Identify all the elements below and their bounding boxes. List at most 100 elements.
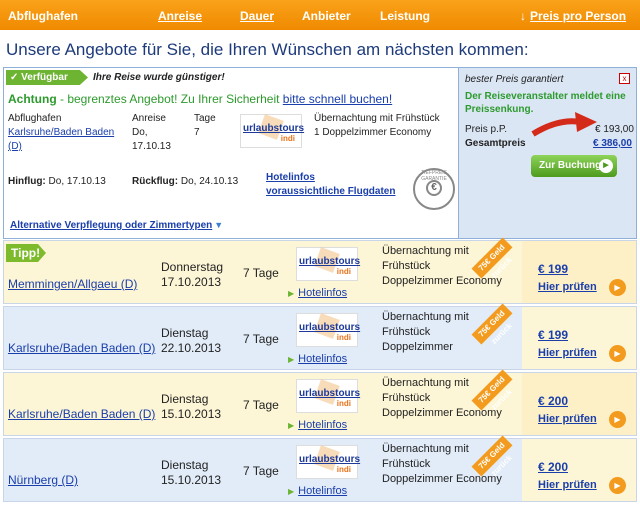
check-link[interactable]: Hier prüfen [538, 281, 597, 293]
board-type: Übernachtung mit Frühstück [314, 113, 440, 124]
return-label: Rückflug: [132, 176, 179, 187]
sort-preis[interactable]: Preis pro Person [530, 9, 626, 23]
offer-date: 22.10.2013 [161, 341, 222, 355]
sort-anreise[interactable]: Anreise [158, 9, 202, 23]
offer-row[interactable]: Karlsruhe/Baden Baden (D) Dienstag 15.10… [3, 369, 637, 436]
offer-weekday: Dienstag [161, 326, 209, 340]
check-link[interactable]: Hier prüfen [538, 479, 597, 491]
price-guarantee-seal: € TIEFPREIS GARANTIE [413, 168, 455, 210]
airport-link[interactable]: Karlsruhe/Baden Baden [8, 126, 114, 140]
offer-hotelinfos[interactable]: ▶ Hotelinfos [288, 287, 347, 299]
board-type: Übernachtung mit Frühstück [382, 245, 469, 272]
per-person-price: € 193,00 [595, 124, 634, 135]
seal-text: TIEFPREIS GARANTIE [421, 170, 447, 182]
return-flight: Rückflug: Do, 24.10.13 [132, 175, 238, 189]
alternative-options[interactable]: Alternative Verpflegung oder Zimmertypen… [10, 220, 223, 231]
offer-date: 15.10.2013 [161, 473, 222, 487]
sort-anbieter[interactable]: Anbieter [302, 9, 351, 23]
triangle-icon: ▶ [288, 355, 295, 364]
offer-hotelinfos[interactable]: ▶ Hotelinfos [288, 419, 347, 431]
provider-logo[interactable]: urlaubstours indi [296, 247, 361, 281]
room-type: Doppelzimmer Economy [382, 407, 502, 419]
offer-price[interactable]: € 199 [538, 262, 568, 276]
offer-days: 7 Tage [243, 332, 279, 346]
hotelinfos-link[interactable]: Hotelinfos [298, 287, 347, 299]
offer-price[interactable]: € 200 [538, 394, 568, 408]
provider-logo[interactable]: urlaubstours indi [296, 445, 360, 479]
chevron-down-icon: ▼ [214, 220, 224, 230]
book-button-label: Zur Buchung [539, 160, 602, 171]
check-link[interactable]: Hier prüfen [538, 413, 597, 425]
tipp-badge: Tipp! [6, 244, 46, 262]
logo-text: urlaubstours [243, 123, 305, 134]
flight-data-link[interactable]: voraussichtliche Flugdaten [266, 185, 395, 199]
sort-dauer[interactable]: Dauer [240, 9, 274, 23]
play-icon[interactable]: ▶ [609, 411, 626, 428]
provider-logo[interactable]: urlaubstours indi [296, 379, 361, 413]
hotelinfos-link[interactable]: Hotelinfos [266, 171, 315, 185]
book-quickly-link[interactable]: bitte schnell buchen! [283, 92, 392, 106]
play-icon[interactable]: ▶ [609, 477, 626, 494]
offer-airport-link[interactable]: Memmingen/Allgaeu (D) [8, 277, 137, 291]
provider-logo[interactable]: urlaubstours indi [240, 114, 305, 148]
book-button[interactable]: Zur Buchung ▶ [531, 155, 617, 177]
hotelinfos-link[interactable]: Hotelinfos [298, 485, 347, 497]
play-icon[interactable]: ▶ [609, 345, 626, 362]
offer-price-box: € 200 Hier prüfen ▶ [522, 439, 636, 501]
warning-title: Achtung [8, 92, 57, 106]
room-type: Doppelzimmer [382, 341, 453, 353]
logo-text: urlaubstours [299, 256, 361, 267]
board-type: Übernachtung mit Frühstück [382, 377, 469, 404]
offer-hotelinfos[interactable]: ▶ Hotelinfos [288, 485, 347, 497]
limited-offer-warning: Achtung - begrenztes Angebot! Zu Ihrer S… [8, 92, 392, 106]
play-icon[interactable]: ▶ [609, 279, 626, 296]
logo-sub: indi [280, 134, 295, 143]
logo-text: urlaubstours [299, 322, 361, 333]
total-label: Gesamtpreis [465, 138, 526, 149]
sort-abflughafen[interactable]: Abflughafen [8, 9, 78, 23]
sort-leistung[interactable]: Leistung [380, 9, 430, 23]
triangle-icon: ▶ [288, 421, 295, 430]
sort-header-bar: Abflughafen Anreise Dauer Anbieter Leist… [0, 0, 640, 30]
total-price[interactable]: € 386,00 [593, 138, 632, 149]
warning-text: - begrenztes Angebot! Zu Ihrer Sicherhei… [56, 92, 283, 106]
offer-airport-link[interactable]: Nürnberg (D) [8, 473, 78, 487]
hotelinfos-link[interactable]: Hotelinfos [298, 353, 347, 365]
airport-link-country[interactable]: (D) [8, 140, 22, 154]
featured-offer: ✓ Verfügbar Ihre Reise wurde günstiger! … [3, 67, 637, 239]
alternative-options-link[interactable]: Alternative Verpflegung oder Zimmertypen [10, 220, 212, 231]
close-icon[interactable]: x [619, 73, 630, 84]
offer-price[interactable]: € 199 [538, 328, 568, 342]
logo-text: urlaubstours [299, 388, 361, 399]
best-price-title: bester Preis garantiert [465, 74, 564, 85]
offer-date: 15.10.2013 [161, 407, 222, 421]
hotelinfos-link[interactable]: Hotelinfos [298, 419, 347, 431]
sort-arrow-icon: ↓ [520, 9, 526, 23]
offer-row[interactable]: Tipp! Memmingen/Allgaeu (D) Donnerstag 1… [3, 237, 637, 304]
offer-weekday: Dienstag [161, 458, 209, 472]
outbound-label: Hinflug: [8, 176, 46, 187]
price-guarantee-panel: bester Preis garantiert x Der Reiseveran… [458, 68, 636, 238]
offer-row[interactable]: Nürnberg (D) Dienstag 15.10.2013 7 Tage … [3, 435, 637, 502]
col-airport-label: Abflughafen [8, 113, 62, 124]
logo-sub: indi [336, 333, 351, 342]
play-icon: ▶ [599, 159, 613, 173]
arrival-date: 17.10.13 [132, 141, 171, 152]
cheaper-notice: Ihre Reise wurde günstiger! [93, 72, 225, 83]
offer-row[interactable]: Karlsruhe/Baden Baden (D) Dienstag 22.10… [3, 303, 637, 370]
offer-price-box: € 200 Hier prüfen ▶ [522, 373, 636, 435]
offer-hotelinfos[interactable]: ▶ Hotelinfos [288, 353, 347, 365]
provider-logo[interactable]: urlaubstours indi [296, 313, 361, 347]
offer-date: 17.10.2013 [161, 275, 222, 289]
offer-weekday: Donnerstag [161, 260, 224, 274]
board-type: Übernachtung mit Frühstück [382, 443, 469, 470]
logo-sub: indi [336, 465, 351, 474]
offer-airport-link[interactable]: Karlsruhe/Baden Baden (D) [8, 341, 155, 355]
offer-days: 7 Tage [243, 464, 279, 478]
arrival-weekday: Do, [132, 127, 148, 138]
outbound-flight: Hinflug: Do, 17.10.13 [8, 175, 106, 189]
offer-airport-link[interactable]: Karlsruhe/Baden Baden (D) [8, 407, 155, 421]
check-link[interactable]: Hier prüfen [538, 347, 597, 359]
offer-price[interactable]: € 200 [538, 460, 568, 474]
col-arrival-label: Anreise [132, 113, 166, 124]
